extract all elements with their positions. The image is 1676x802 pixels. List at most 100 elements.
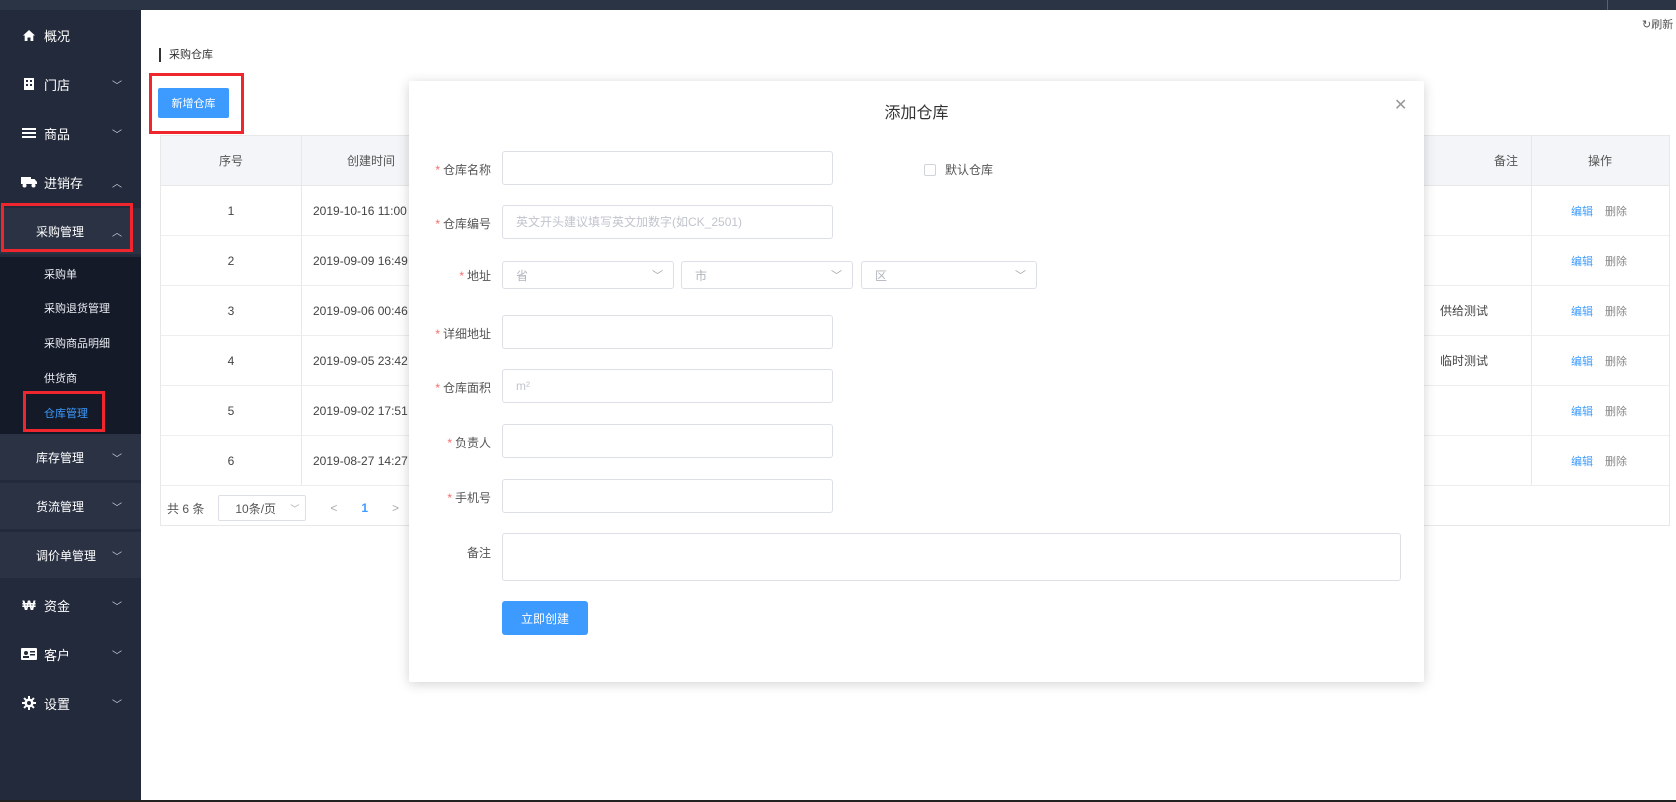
district-placeholder: 区 [875,268,888,283]
create-button[interactable]: 立即创建 [502,601,588,635]
edit-link[interactable]: 编辑 [1571,406,1593,418]
province-select[interactable]: 省 ﹀ [502,261,674,289]
next-page-button[interactable]: > [392,501,399,515]
district-select[interactable]: 区 ﹀ [861,261,1037,289]
nav-leaf-purchase-detail[interactable]: 采购商品明细 [0,326,141,360]
edit-link[interactable]: 编辑 [1571,206,1593,218]
top-bar-divider [1607,0,1608,10]
delete-link[interactable]: 删除 [1605,406,1627,418]
edit-link[interactable]: 编辑 [1571,356,1593,368]
owner-input[interactable] [502,424,833,458]
nav-purchase-label: 采购管理 [36,224,85,239]
delete-link[interactable]: 删除 [1605,456,1627,468]
nav-overview[interactable]: 概况 [0,12,141,58]
chevron-down-icon: ﹀ [112,699,122,711]
cell-no: 6 [227,454,235,468]
nav-leaf-purchase-order[interactable]: 采购单 [0,257,141,291]
nav-settings[interactable]: 设置 ﹀ [0,680,141,726]
province-placeholder: 省 [516,268,529,283]
id-card-icon [20,648,38,660]
edit-link[interactable]: 编辑 [1571,456,1593,468]
warehouse-code-input[interactable] [502,205,833,239]
nav-customer[interactable]: 客户 ﹀ [0,631,141,677]
default-warehouse-checkbox[interactable]: 默认仓库 [924,161,993,178]
refresh-label: 刷新 [1651,19,1674,31]
nav-funds-label: 资金 [44,598,71,614]
chevron-up-icon: ︿ [112,178,122,190]
sidebar: 概况 门店 ﹀ 商品 ﹀ 进销存 ︿ 采购管理 ︿ 采购单 采购退货管理 采购商… [0,0,141,802]
nav-funds[interactable]: ₩ 资金 ﹀ [0,582,141,628]
chevron-down-icon: ﹀ [112,129,122,141]
won-icon: ₩ [22,597,36,613]
phone-input[interactable] [502,479,833,513]
nav-store[interactable]: 门店 ﹀ [0,61,141,107]
nav-store-label: 门店 [44,77,71,93]
list-icon [20,127,38,139]
warehouse-area-label-text: 仓库面积 [442,381,491,395]
nav-inventory[interactable]: 进销存 ︿ [0,159,141,205]
column-header-actions: 操作 [1587,154,1612,168]
cell-no: 2 [227,254,235,268]
nav-purchase-management[interactable]: 采购管理 ︿ [0,208,141,254]
nav-leaf-warehouse[interactable]: 仓库管理 [0,396,141,430]
warehouse-area-label: * 仓库面积 [435,381,491,395]
cell-actions: 编辑 删除 [1571,286,1627,336]
dialog-title: 添加仓库 [884,105,949,122]
nav-price-adjust-label: 调价单管理 [36,548,97,563]
warehouse-name-input[interactable] [502,151,833,185]
page-size-select[interactable]: 10条/页 ﹀ [218,495,307,521]
chevron-down-icon: ﹀ [1015,270,1026,282]
home-icon [20,29,38,42]
cell-remark: 临时测试 [1440,354,1489,368]
cell-created: 2019-09-02 17:51 [313,404,408,418]
city-placeholder: 市 [695,268,708,283]
cell-created: 2019-09-05 23:42 [313,354,408,368]
nav-leaf-supplier[interactable]: 供货商 [0,361,141,395]
delete-link[interactable]: 删除 [1605,356,1627,368]
checkbox-box[interactable] [924,163,936,176]
edit-link[interactable]: 编辑 [1571,306,1593,318]
cell-actions: 编辑 删除 [1571,336,1627,386]
address-label-text: 地址 [466,269,491,283]
nav-inventory-label: 进销存 [44,175,84,191]
delete-link[interactable]: 删除 [1605,256,1627,268]
remark-label-text: 备注 [466,546,491,560]
current-page-button[interactable]: 1 [361,501,368,515]
close-icon[interactable]: ✕ [1394,95,1407,115]
add-warehouse-button[interactable]: 新增仓库 [158,88,229,118]
page-size-value: 10条/页 [235,501,277,516]
owner-label: * 负责人 [447,436,491,450]
cell-actions: 编辑 删除 [1571,236,1627,286]
nav-logistics-management[interactable]: 货流管理 ﹀ [0,483,141,529]
chevron-down-icon: ﹀ [112,601,122,613]
phone-label: * 手机号 [447,491,491,505]
edit-link[interactable]: 编辑 [1571,256,1593,268]
nav-stock-label: 库存管理 [36,450,85,465]
nav-stock-management[interactable]: 库存管理 ﹀ [0,434,141,480]
nav-price-adjust-management[interactable]: 调价单管理 ﹀ [0,532,141,578]
delete-link[interactable]: 删除 [1605,306,1627,318]
refresh-button[interactable]: ↻刷新 [1642,16,1673,32]
nav-goods[interactable]: 商品 ﹀ [0,110,141,156]
detail-address-label-text: 详细地址 [442,327,491,341]
chevron-down-icon: ﹀ [112,453,122,465]
remark-textarea[interactable] [502,533,1401,581]
nav-goods-label: 商品 [44,126,71,142]
pagination: 共 6 条 10条/页 ﹀ < 1 > [161,491,399,525]
city-select[interactable]: 市 ﹀ [681,261,853,289]
truck-icon [20,176,38,188]
delete-link[interactable]: 删除 [1605,206,1627,218]
nav-leaf-purchase-return[interactable]: 采购退货管理 [0,291,141,325]
cell-actions: 编辑 删除 [1571,436,1627,486]
nav-overview-label: 概况 [44,28,71,44]
prev-page-button[interactable]: < [330,501,337,515]
column-header-no: 序号 [218,154,243,168]
warehouse-area-input[interactable] [502,369,833,403]
detail-address-input[interactable] [502,315,833,349]
remark-label: 备注 [409,544,491,561]
pagination-total: 共 6 条 [167,501,205,516]
chevron-down-icon: ﹀ [112,80,122,92]
chevron-down-icon: ﹀ [112,551,122,563]
chevron-down-icon: ﹀ [831,270,842,282]
top-bar [0,0,1676,10]
